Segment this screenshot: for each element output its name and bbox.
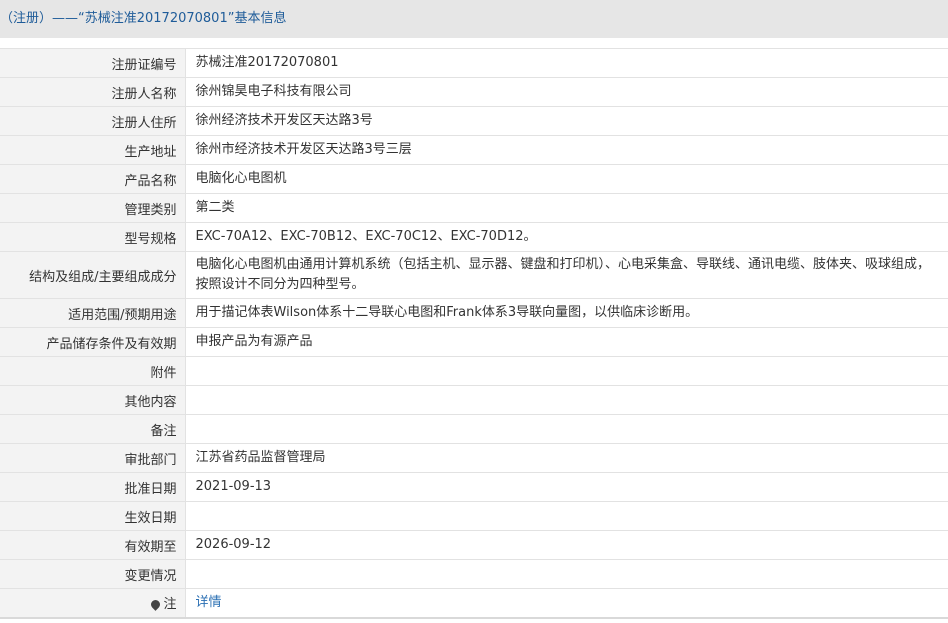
table-row: 生效日期 — [0, 501, 948, 531]
row-value: 电脑化心电图机由通用计算机系统（包括主机、显示器、键盘和打印机）、心电采集盒、导… — [185, 251, 948, 299]
row-label: 注册人住所 — [0, 106, 186, 136]
row-label: 产品名称 — [0, 164, 186, 194]
row-label: 生产地址 — [0, 135, 186, 165]
table-row: 管理类别 第二类 — [0, 193, 948, 223]
row-label: 批准日期 — [0, 472, 186, 502]
row-label: 审批部门 — [0, 443, 186, 473]
row-label: 备注 — [0, 414, 186, 444]
table-row: 注册人名称 徐州锦昊电子科技有限公司 — [0, 77, 948, 107]
row-value: EXC-70A12、EXC-70B12、EXC-70C12、EXC-70D12。 — [185, 222, 948, 252]
table-row: 产品名称 电脑化心电图机 — [0, 164, 948, 194]
row-value: 第二类 — [185, 193, 948, 223]
row-value: 徐州经济技术开发区天达路3号 — [185, 106, 948, 136]
table-row: 审批部门 江苏省药品监督管理局 — [0, 443, 948, 473]
page-title: （注册）——“苏械注准20172070801”基本信息 — [0, 0, 948, 38]
row-label: 生效日期 — [0, 501, 186, 531]
details-link[interactable]: 详情 — [196, 595, 222, 610]
table-row: 生产地址 徐州市经济技术开发区天达路3号三层 — [0, 135, 948, 165]
row-label: 附件 — [0, 356, 186, 386]
row-label: 注册人名称 — [0, 77, 186, 107]
note-label-cell: 注 — [0, 588, 186, 619]
row-value: 2026-09-12 — [185, 530, 948, 560]
row-value — [185, 385, 948, 415]
row-label: 管理类别 — [0, 193, 186, 223]
row-value: 申报产品为有源产品 — [185, 327, 948, 357]
table-row: 附件 — [0, 356, 948, 386]
row-label: 有效期至 — [0, 530, 186, 560]
row-value: 用于描记体表Wilson体系十二导联心电图和Frank体系3导联向量图，以供临床… — [185, 298, 948, 328]
note-value-cell: 详情 — [185, 588, 948, 619]
table-row: 型号规格 EXC-70A12、EXC-70B12、EXC-70C12、EXC-7… — [0, 222, 948, 252]
row-value: 徐州市经济技术开发区天达路3号三层 — [185, 135, 948, 165]
row-value: 江苏省药品监督管理局 — [185, 443, 948, 473]
table-row: 变更情况 — [0, 559, 948, 589]
row-label: 注册证编号 — [0, 48, 186, 78]
table-row: 有效期至 2026-09-12 — [0, 530, 948, 560]
row-label: 结构及组成/主要组成成分 — [0, 251, 186, 299]
row-value — [185, 356, 948, 386]
row-value: 徐州锦昊电子科技有限公司 — [185, 77, 948, 107]
row-value — [185, 414, 948, 444]
table-row: 适用范围/预期用途 用于描记体表Wilson体系十二导联心电图和Frank体系3… — [0, 298, 948, 328]
table-row: 注册证编号 苏械注准20172070801 — [0, 48, 948, 78]
table-row: 备注 — [0, 414, 948, 444]
table-row: 其他内容 — [0, 385, 948, 415]
row-value: 2021-09-13 — [185, 472, 948, 502]
row-label: 变更情况 — [0, 559, 186, 589]
row-value — [185, 501, 948, 531]
note-label: 注 — [163, 597, 177, 613]
row-value: 电脑化心电图机 — [185, 164, 948, 194]
table-row: 产品储存条件及有效期 申报产品为有源产品 — [0, 327, 948, 357]
table-row: 批准日期 2021-09-13 — [0, 472, 948, 502]
note-row: 注 详情 — [0, 588, 948, 619]
table-row: 注册人住所 徐州经济技术开发区天达路3号 — [0, 106, 948, 136]
table-row: 结构及组成/主要组成成分 电脑化心电图机由通用计算机系统（包括主机、显示器、键盘… — [0, 251, 948, 299]
row-value: 苏械注准20172070801 — [185, 48, 948, 78]
row-label: 型号规格 — [0, 222, 186, 252]
row-value — [185, 559, 948, 589]
pin-icon — [149, 598, 163, 612]
row-label: 其他内容 — [0, 385, 186, 415]
row-label: 适用范围/预期用途 — [0, 298, 186, 328]
registration-info-table: 注册证编号 苏械注准20172070801 注册人名称 徐州锦昊电子科技有限公司… — [0, 48, 948, 619]
row-label: 产品储存条件及有效期 — [0, 327, 186, 357]
